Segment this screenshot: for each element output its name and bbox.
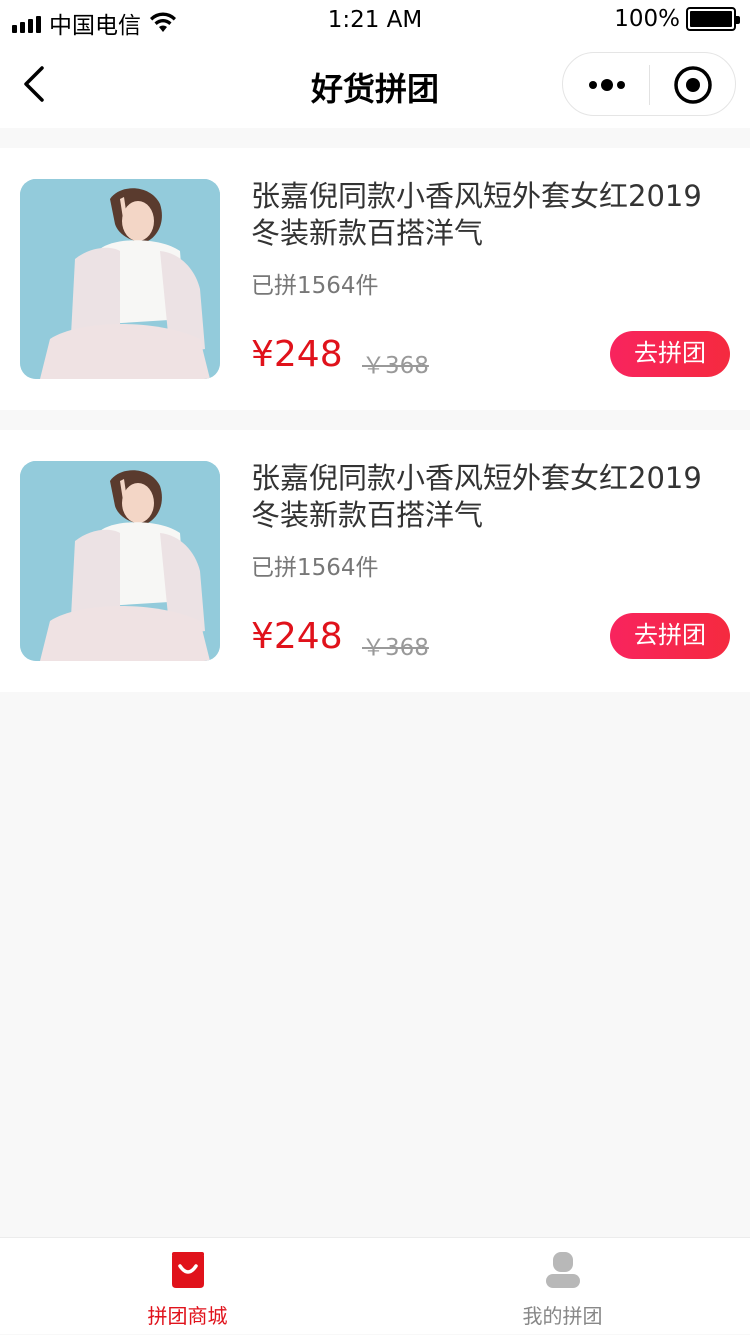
product-card[interactable]: 张嘉倪同款小香风短外套女红2019 冬装新款百搭洋气 已拼1564件 ¥248 …	[0, 148, 750, 410]
tab-group-mall[interactable]: 拼团商城	[0, 1238, 375, 1335]
product-image[interactable]	[20, 179, 220, 379]
product-list: 张嘉倪同款小香风短外套女红2019 冬装新款百搭洋气 已拼1564件 ¥248 …	[0, 148, 750, 712]
tab-label: 拼团商城	[147, 1304, 228, 1328]
shopping-bag-icon	[172, 1252, 204, 1288]
join-group-button[interactable]: 去拼团	[610, 613, 730, 659]
close-target-icon[interactable]	[673, 65, 713, 105]
original-price: ￥368	[362, 635, 429, 661]
group-price: ¥248	[251, 334, 343, 375]
original-price: ￥368	[362, 353, 429, 379]
product-title-line: 冬装新款百搭洋气	[251, 498, 484, 532]
product-title-line: 冬装新款百搭洋气	[251, 216, 484, 250]
status-bar: 中国电信 1:21 AM 100%	[0, 0, 750, 40]
nav-bar: 好货拼团	[0, 40, 750, 128]
product-photo-illustration	[20, 461, 220, 661]
product-title[interactable]: 张嘉倪同款小香风短外套女红2019 冬装新款百搭洋气	[251, 178, 721, 252]
capsule-divider	[649, 65, 650, 105]
product-photo-illustration	[20, 179, 220, 379]
tab-label: 我的拼团	[522, 1304, 603, 1328]
sold-count: 已拼1564件	[251, 555, 379, 581]
more-icon[interactable]	[587, 75, 627, 95]
tab-bar: 拼团商城 我的拼团	[0, 1237, 750, 1334]
mini-program-capsule	[562, 52, 736, 116]
product-title-line: 张嘉倪同款小香风短外套女红2019	[251, 461, 702, 495]
tab-my-groups[interactable]: 我的拼团	[375, 1238, 750, 1335]
join-group-button[interactable]: 去拼团	[610, 331, 730, 377]
product-image[interactable]	[20, 461, 220, 661]
product-title-line: 张嘉倪同款小香风短外套女红2019	[251, 179, 702, 213]
battery-icon	[686, 7, 740, 31]
product-card[interactable]: 张嘉倪同款小香风短外套女红2019 冬装新款百搭洋气 已拼1564件 ¥248 …	[0, 430, 750, 692]
battery-percent: 100%	[614, 6, 680, 32]
group-price: ¥248	[251, 616, 343, 657]
sold-count: 已拼1564件	[251, 273, 379, 299]
status-right: 100%	[614, 6, 740, 32]
user-icon	[546, 1252, 580, 1288]
product-title[interactable]: 张嘉倪同款小香风短外套女红2019 冬装新款百搭洋气	[251, 460, 721, 534]
